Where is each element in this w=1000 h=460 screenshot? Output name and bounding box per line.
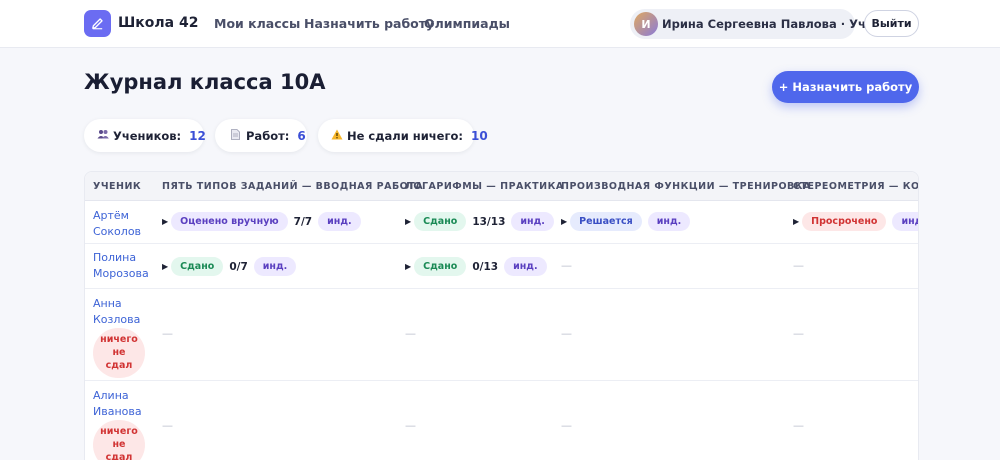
column-header-work[interactable]: ПЯТЬ ТИПОВ ЗАДАНИЙ — ВВОДНАЯ РАБОТА	[162, 181, 423, 192]
status-badge[interactable]: Сдано	[171, 257, 224, 276]
stat-label: Работ:	[246, 128, 290, 143]
nav-my-classes[interactable]: Мои классы	[214, 16, 300, 31]
row-divider	[85, 288, 918, 289]
assign-work-button[interactable]: + Назначить работу	[772, 71, 919, 103]
avatar: И	[634, 12, 658, 36]
user-chip[interactable]: И Ирина Сергеевна Павлова · Учитель	[630, 9, 904, 39]
empty-cell: —	[793, 259, 804, 272]
stat-value: 12	[189, 128, 206, 143]
grade-cell: ▶ Сдано 13/13 инд.	[405, 212, 554, 231]
individual-badge[interactable]: инд.	[504, 257, 547, 276]
stat-label: Учеников:	[113, 128, 182, 143]
grade-cell: ▶ Сдано 0/13 инд.	[405, 257, 547, 276]
status-badge[interactable]: Просрочено	[802, 212, 887, 231]
individual-badge[interactable]: инд.	[511, 212, 554, 231]
status-badge[interactable]: Оценено вручную	[171, 212, 288, 231]
logout-button[interactable]: Выйти	[864, 10, 919, 37]
grade-cell: ▶ Решается инд.	[561, 212, 691, 231]
empty-cell: —	[793, 419, 804, 432]
empty-cell: —	[793, 327, 804, 340]
top-bar: Школа 42 Мои классы Назначить работу Оли…	[0, 0, 1000, 48]
empty-cell: —	[405, 419, 416, 432]
score: 7/7	[293, 215, 313, 228]
row-divider	[85, 380, 918, 381]
status-badge[interactable]: Решается	[570, 212, 642, 231]
column-header-student: УЧЕНИК	[93, 181, 142, 192]
score: 0/7	[229, 260, 248, 273]
column-header-work[interactable]: ЛОГАРИФМЫ — ПРАКТИКА	[405, 181, 564, 192]
status-badge[interactable]: Сдано	[414, 212, 467, 231]
student-name[interactable]: Алина Иванова	[93, 388, 142, 419]
column-header-work[interactable]: СТЕРЕОМЕТРИЯ — КОНТР	[793, 181, 918, 192]
page-title: Журнал класса 10А	[84, 70, 326, 94]
empty-cell: —	[561, 419, 572, 432]
grade-cell: ▶ Оценено вручную 7/7 инд.	[162, 212, 361, 231]
score: 13/13	[472, 215, 506, 228]
individual-badge[interactable]: инд.	[318, 212, 361, 231]
expand-icon[interactable]: ▶	[561, 217, 567, 226]
empty-cell: —	[162, 327, 173, 340]
empty-cell: —	[405, 327, 416, 340]
people-icon	[97, 129, 109, 142]
table-header: УЧЕНИК ПЯТЬ ТИПОВ ЗАДАНИЙ — ВВОДНАЯ РАБО…	[85, 172, 918, 201]
nothing-submitted-badge: ничего не сдал	[93, 420, 145, 460]
grade-cell: ▶ Просрочено инд.	[793, 212, 918, 231]
individual-badge[interactable]: инд.	[647, 212, 691, 231]
expand-icon[interactable]: ▶	[162, 217, 168, 226]
student-name[interactable]: Анна Козлова	[93, 296, 140, 327]
stat-value: 10	[470, 128, 488, 143]
student-name[interactable]: Артём Соколов	[93, 208, 141, 239]
logo[interactable]	[84, 10, 111, 37]
status-badge[interactable]: Сдано	[414, 257, 467, 276]
student-name[interactable]: Полина Морозова	[93, 250, 149, 281]
nav-olympiads[interactable]: Олимпиады	[424, 16, 510, 31]
column-header-work[interactable]: ПРОИЗВОДНАЯ ФУНКЦИИ — ТРЕНИРОВКА	[561, 181, 811, 192]
stat-label: Не сдали ничего:	[347, 128, 463, 143]
expand-icon[interactable]: ▶	[162, 262, 168, 271]
empty-cell: —	[561, 259, 572, 272]
empty-cell: —	[561, 327, 572, 340]
pencil-icon	[92, 18, 103, 30]
warning-icon	[331, 129, 343, 143]
row-divider	[85, 243, 918, 244]
journal-table: УЧЕНИК ПЯТЬ ТИПОВ ЗАДАНИЙ — ВВОДНАЯ РАБО…	[84, 171, 919, 460]
grade-cell: ▶ Сдано 0/7 инд.	[162, 257, 297, 276]
empty-cell: —	[162, 419, 173, 432]
document-icon	[228, 128, 242, 143]
individual-badge[interactable]: инд.	[892, 212, 918, 231]
individual-badge[interactable]: инд.	[253, 257, 297, 276]
stat-students: Учеников: 12	[84, 119, 206, 152]
stat-nothing-submitted: Не сдали ничего: 10	[318, 119, 488, 152]
brand-name[interactable]: Школа 42	[118, 15, 198, 31]
nav-assign-work[interactable]: Назначить работу	[304, 16, 434, 31]
stat-value: 6	[297, 128, 306, 143]
expand-icon[interactable]: ▶	[793, 217, 799, 226]
score: 0/13	[472, 260, 499, 273]
expand-icon[interactable]: ▶	[405, 262, 411, 271]
expand-icon[interactable]: ▶	[405, 217, 411, 226]
stat-works: Работ: 6	[215, 119, 307, 152]
nothing-submitted-badge: ничего не сдал	[93, 328, 145, 378]
